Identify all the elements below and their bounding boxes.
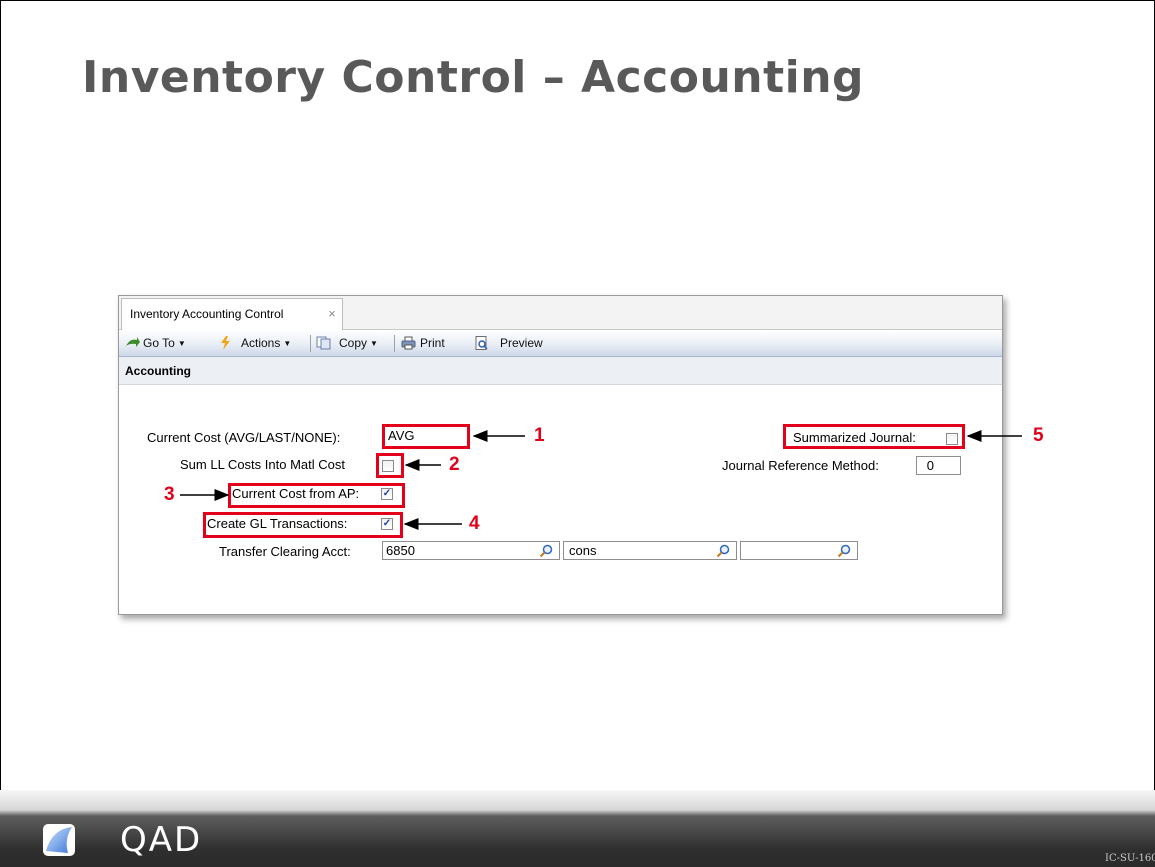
callout-arrows: [180, 430, 1022, 530]
qad-logo-icon: [43, 824, 75, 856]
brand-text: QAD: [120, 820, 203, 860]
callout-number-2: 2: [449, 454, 460, 475]
slide-code: IC-SU-160: [1105, 853, 1155, 864]
callout-number-5: 5: [1033, 425, 1044, 446]
callout-number-3: 3: [164, 484, 175, 505]
callout-number-1: 1: [534, 425, 545, 446]
qad-logo: QAD: [42, 820, 232, 860]
callout-number-4: 4: [469, 513, 480, 534]
